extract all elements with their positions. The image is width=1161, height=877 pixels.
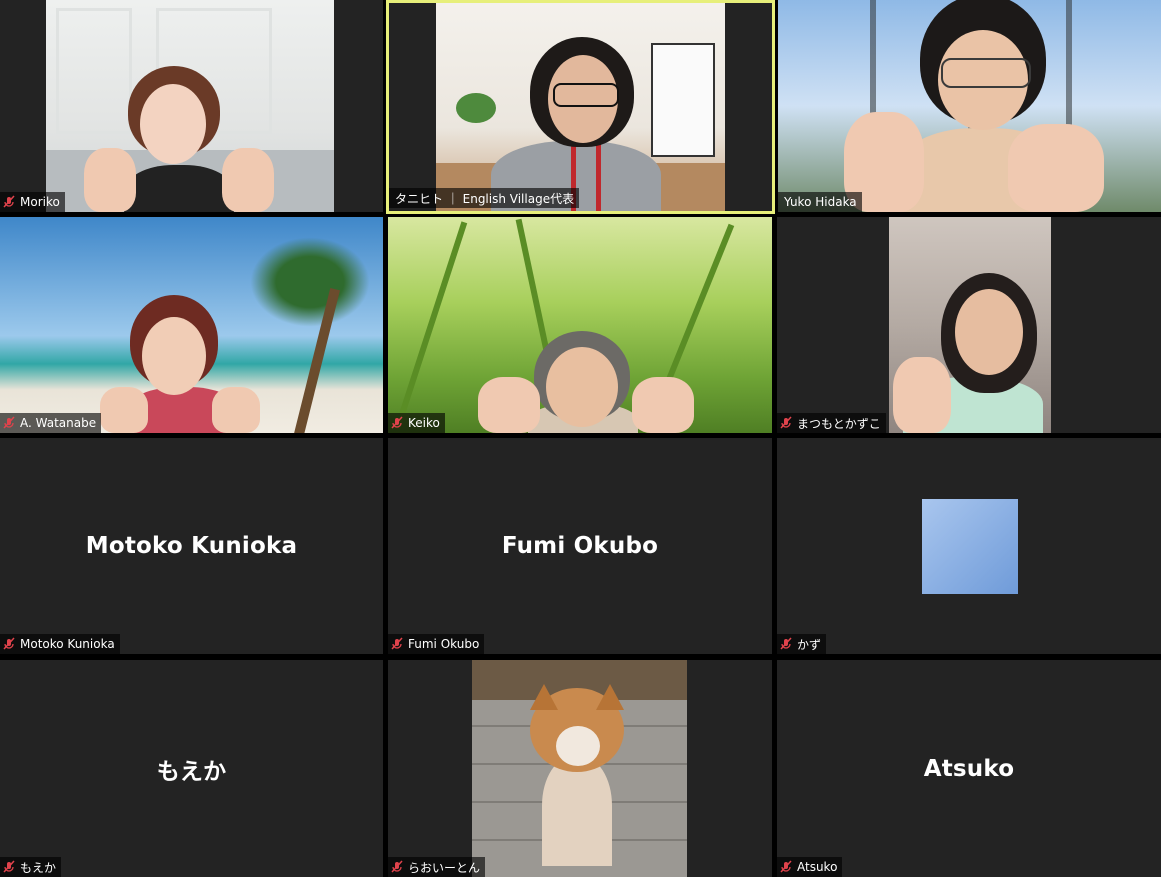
mic-muted-icon [391,637,403,650]
mic-muted-icon [780,637,792,650]
participant-tile-yuko[interactable]: Yuko Hidaka [778,0,1161,212]
mic-muted-icon [3,195,15,208]
mic-muted-icon [3,416,15,429]
participant-name-label: Fumi Okubo [388,634,485,654]
participant-tile-atsuko[interactable]: Atsuko Atsuko [777,660,1161,877]
participant-name: もえか [20,860,57,875]
participant-video-moriko [46,0,334,212]
participant-name: Yuko Hidaka [784,195,857,209]
participant-name: まつもとかずこ [797,416,881,431]
participant-name-label: もえか [0,857,62,877]
gallery-view: Moriko タニヒト ｜ English Village代表 Yuko Hid… [0,0,1161,877]
participant-display-name: もえか [156,758,227,785]
participant-tile-kazu[interactable]: かず [777,438,1161,654]
participant-name-label: Keiko [388,413,445,433]
participant-person [46,0,334,212]
participant-person [889,217,1051,433]
participant-name: A. Watanabe [20,416,97,430]
participant-name: Keiko [408,416,440,430]
participant-name: Moriko [20,195,60,209]
participant-person [388,217,772,433]
participant-name: タニヒト ｜ English Village代表 [395,191,575,206]
mic-muted-icon [3,637,15,650]
participant-name: Motoko Kunioka [20,637,115,651]
mic-muted-icon [780,416,792,429]
participant-person [778,0,1161,212]
participant-tile-tanihito[interactable]: タニヒト ｜ English Village代表 [386,0,775,214]
participant-tile-motoko[interactable]: Motoko Kunioka Motoko Kunioka [0,438,383,654]
participant-name: Fumi Okubo [408,637,480,651]
participant-name: らおいーとん [408,860,481,875]
participant-tile-fumi[interactable]: Fumi Okubo Fumi Okubo [388,438,772,654]
participant-tile-matsumoto[interactable]: まつもとかずこ [777,217,1161,433]
participant-person [0,217,383,433]
participant-name-label: かず [777,634,827,654]
participant-name-label: まつもとかずこ [777,413,886,433]
participant-display-name: Motoko Kunioka [85,533,298,559]
participant-tile-moriko[interactable]: Moriko [0,0,383,212]
participant-person [436,3,725,211]
participant-name: かず [797,637,822,652]
participant-tile-moeka[interactable]: もえか もえか [0,660,383,877]
participant-display-name: Fumi Okubo [501,533,659,559]
participant-video-keiko [388,217,772,433]
participant-name-label: Atsuko [777,857,843,877]
participant-name-label: Moriko [0,192,65,212]
participant-name-label: タニヒト ｜ English Village代表 [389,188,580,208]
mic-muted-icon [3,860,15,873]
participant-display-name: Atsuko [923,755,1015,782]
participant-name-label: A. Watanabe [0,413,102,433]
profile-picture [922,499,1018,594]
participant-video-watanabe [0,217,383,433]
mic-muted-icon [391,416,403,429]
participant-video-matsumoto [889,217,1051,433]
mic-muted-icon [391,860,403,873]
participant-video-yuko [778,0,1161,212]
participant-tile-keiko[interactable]: Keiko [388,217,772,433]
mic-muted-icon [780,860,792,873]
participant-name: Atsuko [797,860,838,874]
participant-video-tanihito [436,3,725,211]
participant-name-label: Motoko Kunioka [0,634,120,654]
participant-tile-watanabe[interactable]: A. Watanabe [0,217,383,433]
participant-name-label: Yuko Hidaka [778,192,862,212]
dog [472,660,687,877]
participant-video-raoi [472,660,687,877]
participant-tile-raoi[interactable]: らおいーとん [388,660,772,877]
participant-name-label: らおいーとん [388,857,486,877]
